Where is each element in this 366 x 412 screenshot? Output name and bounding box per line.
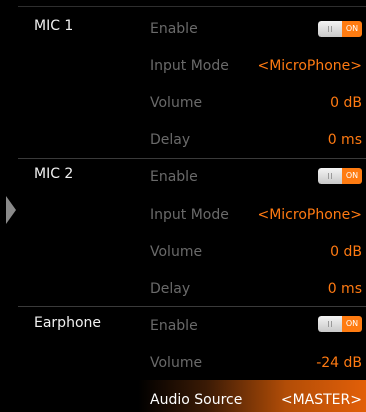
divider (18, 306, 366, 307)
mic2-enable-label: Enable (150, 169, 198, 185)
divider (18, 6, 366, 7)
divider (18, 158, 366, 159)
mic1-enable-toggle[interactable]: ON (318, 21, 362, 37)
earphone-volume-label: Volume (150, 355, 203, 371)
audio-settings-panel: MIC 1 Enable ON Input Mode <MicroPhone> … (0, 0, 366, 412)
mic1-delay-value[interactable]: 0 ms (328, 132, 362, 148)
mic2-input-mode-label: Input Mode (150, 207, 229, 223)
earphone-enable-label: Enable (150, 318, 198, 334)
toggle-knob (318, 21, 342, 37)
group-title-mic2: MIC 2 (34, 166, 74, 182)
mic2-enable-toggle[interactable]: ON (318, 168, 362, 184)
expand-arrow-icon[interactable] (6, 196, 16, 224)
toggle-on-label: ON (342, 21, 362, 37)
mic1-enable-label: Enable (150, 21, 198, 37)
group-title-mic1: MIC 1 (34, 18, 74, 34)
earphone-enable-toggle[interactable]: ON (318, 316, 362, 332)
toggle-on-label: ON (342, 168, 362, 184)
mic1-delay-label: Delay (150, 132, 191, 148)
toggle-knob (318, 168, 342, 184)
mic2-delay-value[interactable]: 0 ms (328, 281, 362, 297)
mic1-input-mode-label: Input Mode (150, 58, 229, 74)
mic2-volume-value[interactable]: 0 dB (330, 244, 362, 260)
earphone-volume-value[interactable]: -24 dB (316, 355, 362, 371)
group-title-earphone: Earphone (34, 315, 101, 331)
mic1-input-mode-value[interactable]: <MicroPhone> (257, 58, 362, 74)
earphone-audio-source-value[interactable]: <MASTER> (281, 392, 362, 408)
earphone-audio-source-label: Audio Source (150, 392, 243, 408)
mic2-input-mode-value[interactable]: <MicroPhone> (257, 207, 362, 223)
toggle-knob (318, 316, 342, 332)
mic1-volume-value[interactable]: 0 dB (330, 95, 362, 111)
toggle-on-label: ON (342, 316, 362, 332)
mic1-volume-label: Volume (150, 95, 203, 111)
mic2-delay-label: Delay (150, 281, 191, 297)
mic2-volume-label: Volume (150, 244, 203, 260)
